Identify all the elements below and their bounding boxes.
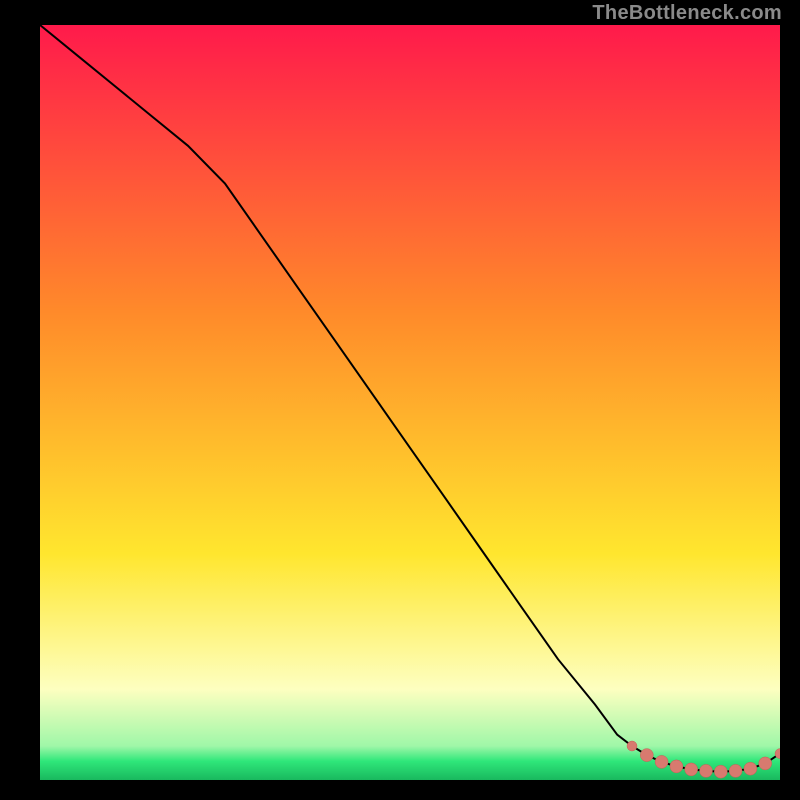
marker-dot <box>744 762 757 775</box>
marker-dot <box>627 741 637 751</box>
chart-frame: TheBottleneck.com <box>0 0 800 800</box>
plot-area <box>40 25 780 780</box>
marker-dot <box>729 764 742 777</box>
marker-dot <box>759 757 772 770</box>
marker-dot <box>714 765 727 778</box>
marker-dot <box>655 755 668 768</box>
watermark-text: TheBottleneck.com <box>592 2 782 25</box>
marker-dot <box>640 749 653 762</box>
gradient-background <box>40 25 780 780</box>
marker-dot <box>685 763 698 776</box>
marker-dot <box>670 760 683 773</box>
bottleneck-chart <box>40 25 780 780</box>
marker-dot <box>700 764 713 777</box>
